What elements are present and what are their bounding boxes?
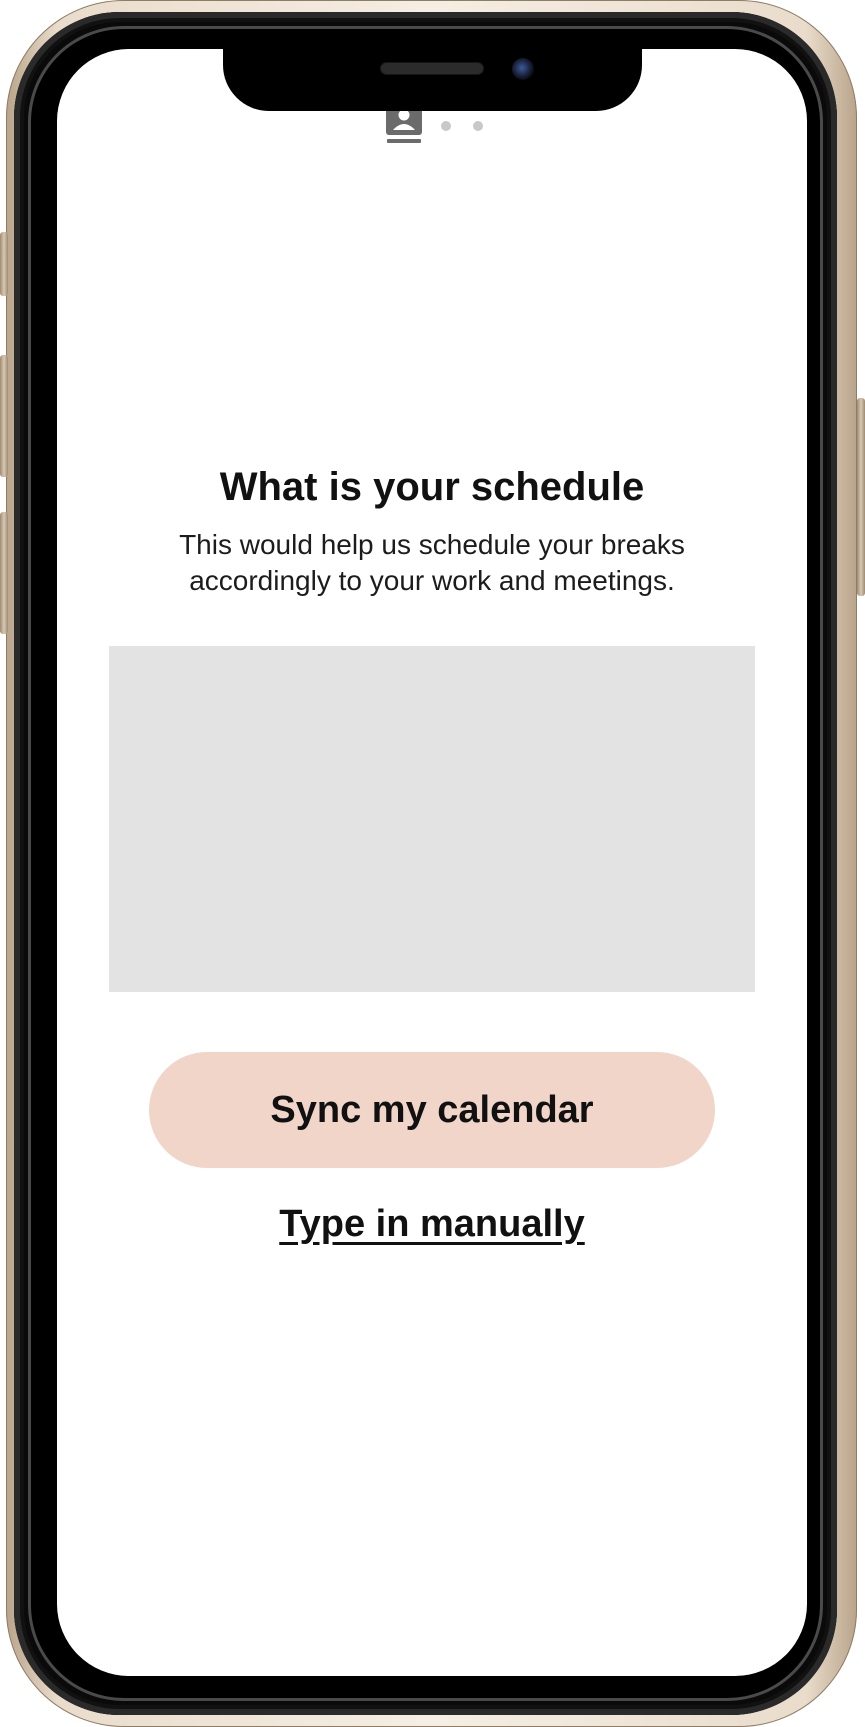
onboarding-progress <box>57 105 807 145</box>
illustration-placeholder <box>109 646 755 992</box>
progress-dot-step-2 <box>441 121 451 131</box>
type-manually-link[interactable]: Type in manually <box>57 1201 807 1247</box>
stage: What is your schedule This would help us… <box>0 0 865 1727</box>
front-camera <box>512 58 534 80</box>
volume-up-button <box>0 355 8 477</box>
page-subtitle: This would help us schedule your breaks … <box>179 529 685 596</box>
progress-dot-step-3 <box>473 121 483 131</box>
sync-calendar-button[interactable]: Sync my calendar <box>149 1052 715 1168</box>
mute-switch <box>0 232 8 296</box>
volume-down-button <box>0 512 8 634</box>
contact-card-icon <box>386 105 422 143</box>
app-screen: What is your schedule This would help us… <box>57 49 807 1676</box>
page-title: What is your schedule <box>219 465 645 509</box>
phone-notch <box>223 49 642 111</box>
earpiece-speaker <box>380 62 484 75</box>
power-button <box>857 398 865 596</box>
